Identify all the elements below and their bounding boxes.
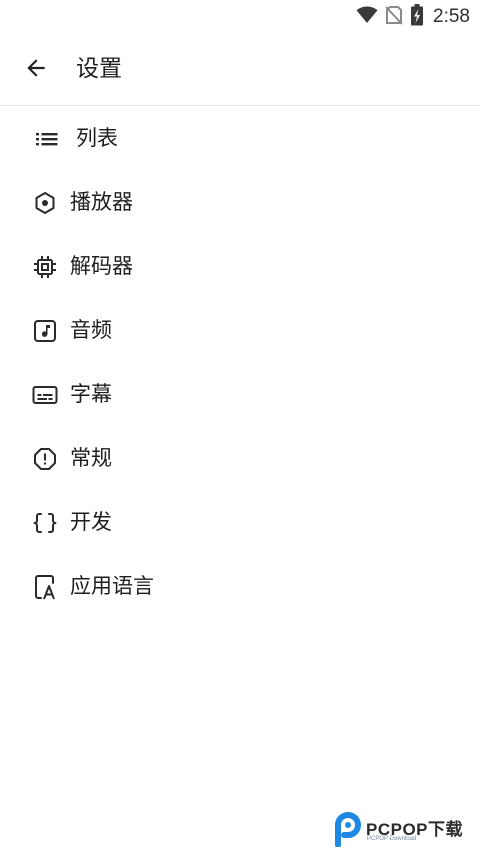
menu-item-app-language[interactable]: 应用语言	[0, 557, 480, 615]
alert-octagon-icon	[32, 446, 58, 472]
chip-icon	[32, 254, 58, 280]
status-bar: 2:58	[0, 0, 480, 34]
page-title: 设置	[76, 56, 122, 82]
list-icon	[34, 126, 60, 152]
no-sim-icon	[384, 5, 404, 29]
menu-item-player[interactable]: 播放器	[0, 173, 480, 231]
menu-label: 播放器	[70, 190, 133, 214]
menu-label: 解码器	[70, 254, 133, 278]
subtitles-icon	[32, 382, 58, 408]
menu-item-developer[interactable]: 开发	[0, 493, 480, 551]
menu-label: 开发	[70, 510, 112, 534]
code-braces-icon	[32, 510, 58, 536]
back-button[interactable]	[14, 48, 58, 92]
menu-label: 常规	[70, 446, 112, 470]
menu-label: 音频	[70, 318, 112, 342]
watermark: PCPOP下载 PCPOP Download	[330, 807, 476, 849]
menu-label: 应用语言	[70, 574, 154, 598]
wifi-icon	[356, 6, 378, 28]
hexagon-dot-icon	[32, 190, 58, 216]
menu-item-list[interactable]: 列表	[0, 109, 480, 167]
battery-charging-icon	[410, 4, 424, 30]
arrow-left-icon	[23, 55, 49, 85]
language-icon	[32, 574, 58, 600]
menu-label: 列表	[76, 126, 118, 150]
menu-item-decoder[interactable]: 解码器	[0, 237, 480, 295]
menu-item-audio[interactable]: 音频	[0, 301, 480, 359]
status-icons: 2:58	[356, 4, 470, 30]
status-time: 2:58	[433, 6, 470, 27]
music-note-icon	[32, 318, 58, 344]
menu-label: 字幕	[70, 382, 112, 406]
pcpop-logo-icon	[332, 811, 364, 851]
app-bar: 设置	[0, 34, 480, 106]
menu-item-general[interactable]: 常规	[0, 429, 480, 487]
menu-item-subtitles[interactable]: 字幕	[0, 365, 480, 423]
watermark-sub: PCPOP Download	[367, 836, 417, 842]
